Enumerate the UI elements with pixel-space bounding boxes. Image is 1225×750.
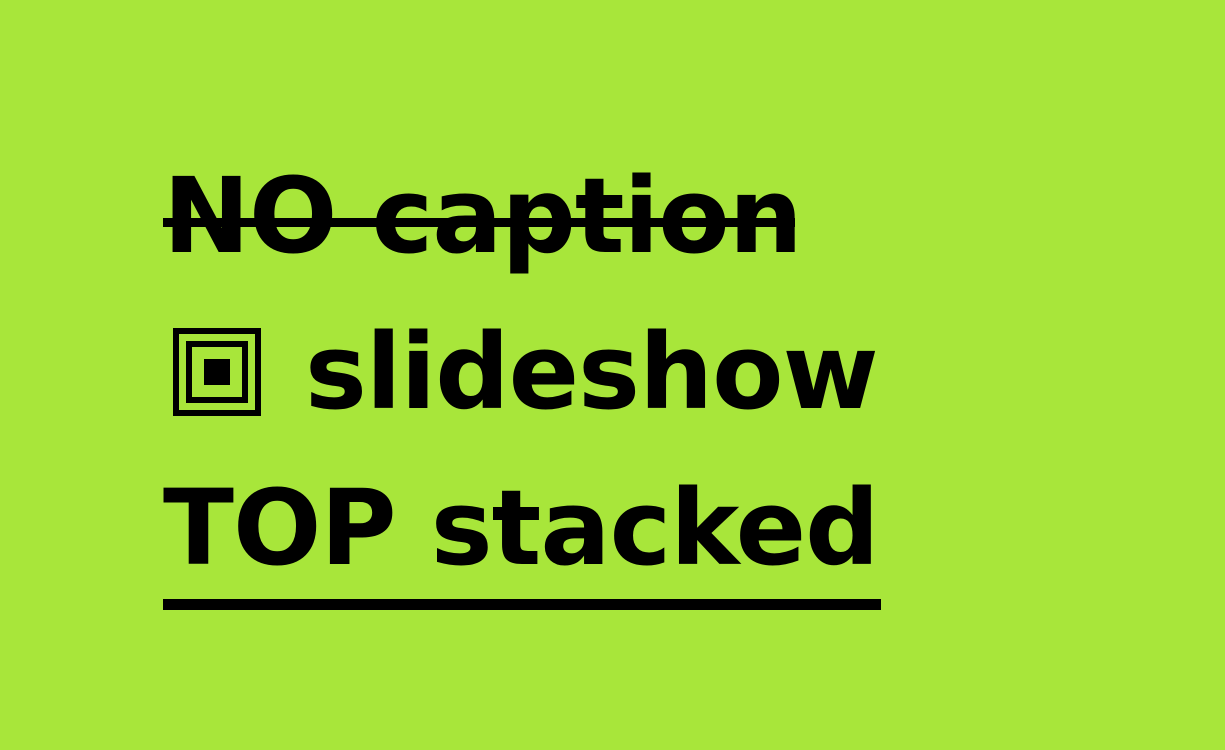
top-stacked-line: TOP stacked [163,476,881,580]
slideshow-text: slideshow [305,311,879,433]
no-caption-text: NO caption [163,155,803,277]
slideshow-line: slideshow [163,311,879,433]
no-caption-line: NO caption [163,164,803,268]
strikethrough-bar [163,218,795,227]
top-stacked-text: TOP stacked [163,467,880,589]
concentric-square-icon [173,328,261,416]
underline-bar [163,599,881,610]
